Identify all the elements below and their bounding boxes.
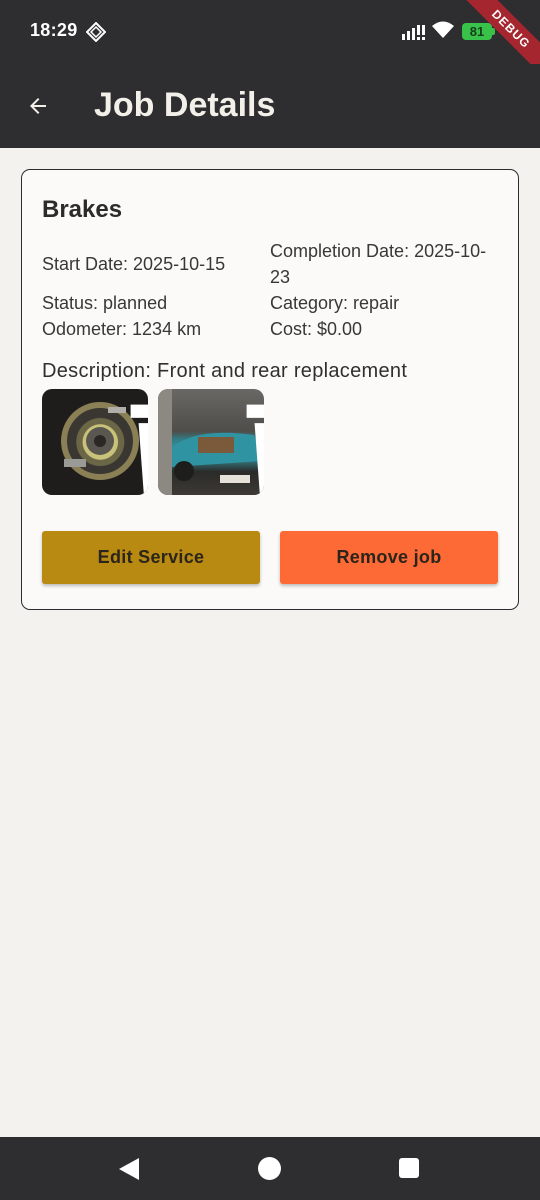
status-bar: 18:29 81 DEBUG [0,0,540,83]
delete-photo-button[interactable] [236,394,264,495]
back-button[interactable] [18,86,58,126]
page-title: Job Details [94,86,276,124]
photo-thumbnail[interactable] [42,389,148,495]
nav-back-icon[interactable] [118,1157,140,1181]
nav-recents-icon[interactable] [399,1158,419,1178]
status-time: 18:29 [30,20,78,40]
completion-date: Completion Date: 2025-10-23 [270,241,487,287]
job-card: Brakes Start Date: 2025-10-15 Completion… [21,169,519,610]
wifi-icon [432,21,454,38]
job-category: Category: repair [270,293,400,313]
app-bar: Job Details [0,64,540,148]
system-nav-bar [0,1137,540,1200]
notification-icon [86,22,106,42]
start-date: Start Date: 2025-10-15 [42,254,226,274]
edit-service-button[interactable]: Edit Service [42,531,260,584]
job-cost: Cost: $0.00 [270,319,363,339]
arrow-back-icon [30,98,46,114]
battery-icon: 81 [462,23,492,40]
photo-thumbnail[interactable] [158,389,264,495]
app-screen: 18:29 81 DEBUG Job Details Brakes Start … [0,0,540,1200]
job-status: Status: planned [42,293,168,313]
signal-icon [402,25,425,40]
trash-icon [130,404,148,495]
nav-home-icon[interactable] [258,1157,281,1180]
remove-job-button[interactable]: Remove job [280,531,498,584]
job-description: Description: Front and rear replacement [42,360,408,382]
job-title: Brakes [42,196,123,223]
trash-icon [246,404,264,495]
delete-photo-button[interactable] [120,394,148,495]
odometer: Odometer: 1234 km [42,319,202,339]
